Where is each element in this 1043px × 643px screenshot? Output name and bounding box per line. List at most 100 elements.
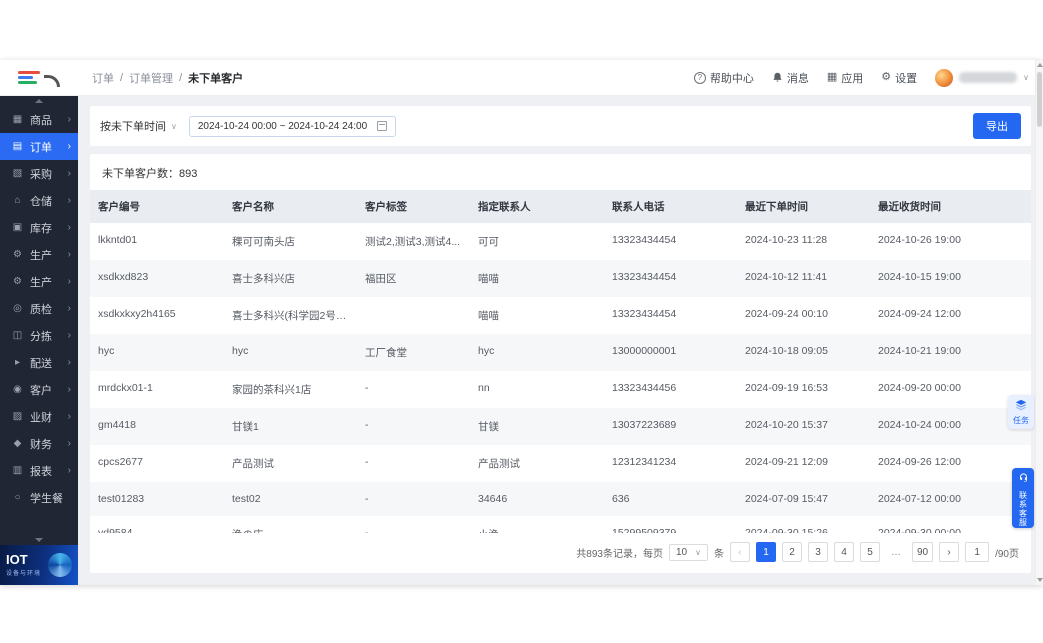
table-row[interactable]: yd9584 渔の店 - 小渔 15299509379 2024-09-30 1… bbox=[90, 516, 1031, 533]
date-range-input[interactable]: 2024-10-24 00:00 ~ 2024-10-24 24:00 bbox=[188, 115, 397, 137]
sidebar-item-goods[interactable]: ▦ 商品 › bbox=[0, 106, 78, 133]
page-button-3[interactable]: 3 bbox=[807, 542, 828, 562]
vertical-scrollbar[interactable] bbox=[1035, 60, 1043, 585]
chevron-down-icon bbox=[35, 538, 43, 542]
chevron-up-icon bbox=[35, 99, 43, 103]
table-row[interactable]: mrdckx01-1 家园的茶科兴1店 - nn 13323434456 202… bbox=[90, 371, 1031, 408]
sidebar-item-production-2[interactable]: ⚙ 生产 › bbox=[0, 268, 78, 295]
export-button[interactable]: 导出 bbox=[973, 113, 1021, 139]
sidebar-item-sorting[interactable]: ◫ 分拣 › bbox=[0, 322, 78, 349]
cell-last-delivery-time: 2024-09-30 00:00 bbox=[878, 527, 961, 533]
sidebar-item-label: 学生餐 bbox=[30, 492, 63, 505]
cell-contact-phone: 12312341234 bbox=[612, 456, 677, 468]
page-button-1[interactable]: 1 bbox=[755, 542, 776, 562]
cell-contact-phone: 13323434454 bbox=[612, 271, 677, 283]
table-column-header: 客户名称 bbox=[232, 201, 274, 213]
sidebar-item-reports[interactable]: ▥ 报表 › bbox=[0, 457, 78, 484]
filter-type-label: 按未下单时间 bbox=[100, 121, 166, 133]
task-float-label: 任务 bbox=[1013, 415, 1029, 425]
cell-customer-tag: 福田区 bbox=[365, 273, 397, 285]
table-row[interactable]: test01283 test02 - 34646 636 2024-07-09 … bbox=[90, 482, 1031, 516]
cell-contact-person: 甘镁 bbox=[478, 421, 499, 433]
sidebar-item-label: 分拣 bbox=[30, 330, 52, 343]
page-button-4[interactable]: 4 bbox=[833, 542, 854, 562]
sidebar-item-orders[interactable]: ▤ 订单 › bbox=[0, 133, 78, 160]
sidebar-item-delivery[interactable]: ▸ 配送 › bbox=[0, 349, 78, 376]
sidebar-item-label: 生产 bbox=[30, 276, 52, 289]
sidebar-item-label: 报表 bbox=[30, 465, 52, 478]
cell-last-order-time: 2024-10-20 15:37 bbox=[745, 419, 828, 431]
page-size-select[interactable]: 10 ∨ bbox=[668, 543, 708, 561]
headset-icon bbox=[1018, 470, 1029, 488]
cell-customer-id: cpcs2677 bbox=[98, 456, 143, 468]
breadcrumb-orders[interactable]: 订单 bbox=[92, 70, 114, 86]
sidebar-item-label: 客户 bbox=[30, 384, 52, 397]
table-column-header: 客户编号 bbox=[98, 201, 140, 213]
cell-customer-tag: - bbox=[365, 493, 369, 505]
sidebar-item-customers[interactable]: ◉ 客户 › bbox=[0, 376, 78, 403]
sidebar-item-purchase[interactable]: ▧ 采购 › bbox=[0, 160, 78, 187]
cell-last-order-time: 2024-09-30 15:26 bbox=[745, 527, 828, 533]
sidebar-scroll-up[interactable] bbox=[0, 96, 78, 106]
user-menu[interactable]: ∨ bbox=[935, 68, 1029, 87]
table-row[interactable]: hyc hyc 工厂食堂 hyc 13000000001 2024-10-18 … bbox=[90, 334, 1031, 371]
screen: 订单 / 订单管理 / 未下单客户 ? 帮助中心 消息 ▦ 应用 ⚙ 设置 ∨ … bbox=[0, 0, 1043, 643]
help-center-label: 帮助中心 bbox=[709, 72, 754, 85]
customer-count-label: 未下单客户数： bbox=[102, 168, 179, 180]
table-row[interactable]: xsdkxkxy2h4165 喜士多科兴(科学园2号1... 喵喵 133234… bbox=[90, 297, 1031, 334]
sidebar-menu: ▦ 商品 › ▤ 订单 › ▧ 采购 › ⌂ 仓储 › ▣ 库存 › ⚙ 生产 … bbox=[0, 106, 78, 535]
cell-customer-name: 产品测试 bbox=[232, 458, 274, 470]
cell-last-delivery-time: 2024-09-20 00:00 bbox=[878, 382, 961, 394]
settings-button[interactable]: ⚙ 设置 bbox=[881, 70, 917, 86]
sidebar-item-student-meals[interactable]: ○ 学生餐 bbox=[0, 484, 78, 511]
messages-label: 消息 bbox=[786, 72, 809, 85]
chevron-right-icon: › bbox=[67, 330, 71, 341]
page-button-90[interactable]: 90 bbox=[911, 542, 934, 562]
iot-title: IOT bbox=[6, 552, 28, 568]
breadcrumb-order-management[interactable]: 订单管理 bbox=[129, 70, 173, 86]
table-row[interactable]: xsdkxd823 喜士多科兴店 福田区 喵喵 13323434454 2024… bbox=[90, 260, 1031, 297]
cell-contact-person: 喵喵 bbox=[478, 273, 499, 285]
help-center-button[interactable]: ? 帮助中心 bbox=[693, 70, 754, 86]
task-float-button[interactable]: 任务 bbox=[1008, 395, 1034, 429]
sidebar-item-finance[interactable]: ◆ 财务 › bbox=[0, 430, 78, 457]
cell-contact-person: 可可 bbox=[478, 236, 499, 248]
cell-customer-tag bbox=[357, 297, 470, 334]
sidebar-item-icon: ▧ bbox=[12, 167, 23, 179]
page-button-2[interactable]: 2 bbox=[781, 542, 802, 562]
sidebar-scroll-down[interactable] bbox=[0, 535, 78, 545]
sidebar-item-label: 业财 bbox=[30, 411, 52, 424]
next-page-button[interactable]: › bbox=[939, 542, 960, 562]
sidebar-item-label: 生产 bbox=[30, 249, 52, 262]
cell-customer-id: hyc bbox=[98, 345, 115, 357]
scroll-up-arrow-icon bbox=[1036, 63, 1043, 67]
cell-customer-tag: - bbox=[365, 382, 369, 394]
prev-page-button[interactable]: ‹ bbox=[729, 542, 750, 562]
table-row[interactable]: gm4418 甘镁1 - 甘镁 13037223689 2024-10-20 1… bbox=[90, 408, 1031, 445]
sidebar-item-icon: ○ bbox=[14, 491, 21, 503]
sidebar-item-icon: ▥ bbox=[12, 464, 23, 476]
page-button-ellipsis[interactable]: … bbox=[886, 542, 906, 562]
chevron-right-icon: › bbox=[67, 249, 71, 260]
sidebar-item-warehouse[interactable]: ⌂ 仓储 › bbox=[0, 187, 78, 214]
contact-service-button[interactable]: 联系客服 bbox=[1012, 468, 1034, 528]
sidebar-item-biz-finance[interactable]: ▨ 业财 › bbox=[0, 403, 78, 430]
cell-customer-name: 家园的茶科兴1店 bbox=[232, 384, 312, 396]
apps-button[interactable]: ▦ 应用 bbox=[827, 70, 863, 86]
table-row[interactable]: lkkntd01 稞可可南头店 测试2,测试3,测试4... 可可 133234… bbox=[90, 223, 1031, 260]
cell-customer-id: xsdkxd823 bbox=[98, 271, 149, 283]
cell-contact-phone: 636 bbox=[612, 493, 630, 505]
page-jump-input[interactable] bbox=[965, 542, 990, 562]
filter-type-select[interactable]: 按未下单时间 ∨ bbox=[100, 118, 177, 134]
table-column-header: 最近下单时间 bbox=[745, 201, 808, 213]
sidebar-item-inventory[interactable]: ▣ 库存 › bbox=[0, 214, 78, 241]
sidebar-item-icon: ◎ bbox=[13, 302, 22, 314]
sidebar-item-quality[interactable]: ◎ 质检 › bbox=[0, 295, 78, 322]
sidebar-item-production-1[interactable]: ⚙ 生产 › bbox=[0, 241, 78, 268]
chevron-right-icon: › bbox=[67, 438, 71, 449]
page-button-5[interactable]: 5 bbox=[859, 542, 880, 562]
apps-grid-icon: ▦ bbox=[826, 71, 838, 83]
table-row[interactable]: cpcs2677 产品测试 - 产品测试 12312341234 2024-09… bbox=[90, 445, 1031, 482]
table-column-header: 客户标签 bbox=[365, 201, 407, 213]
messages-button[interactable]: 消息 bbox=[772, 70, 809, 86]
